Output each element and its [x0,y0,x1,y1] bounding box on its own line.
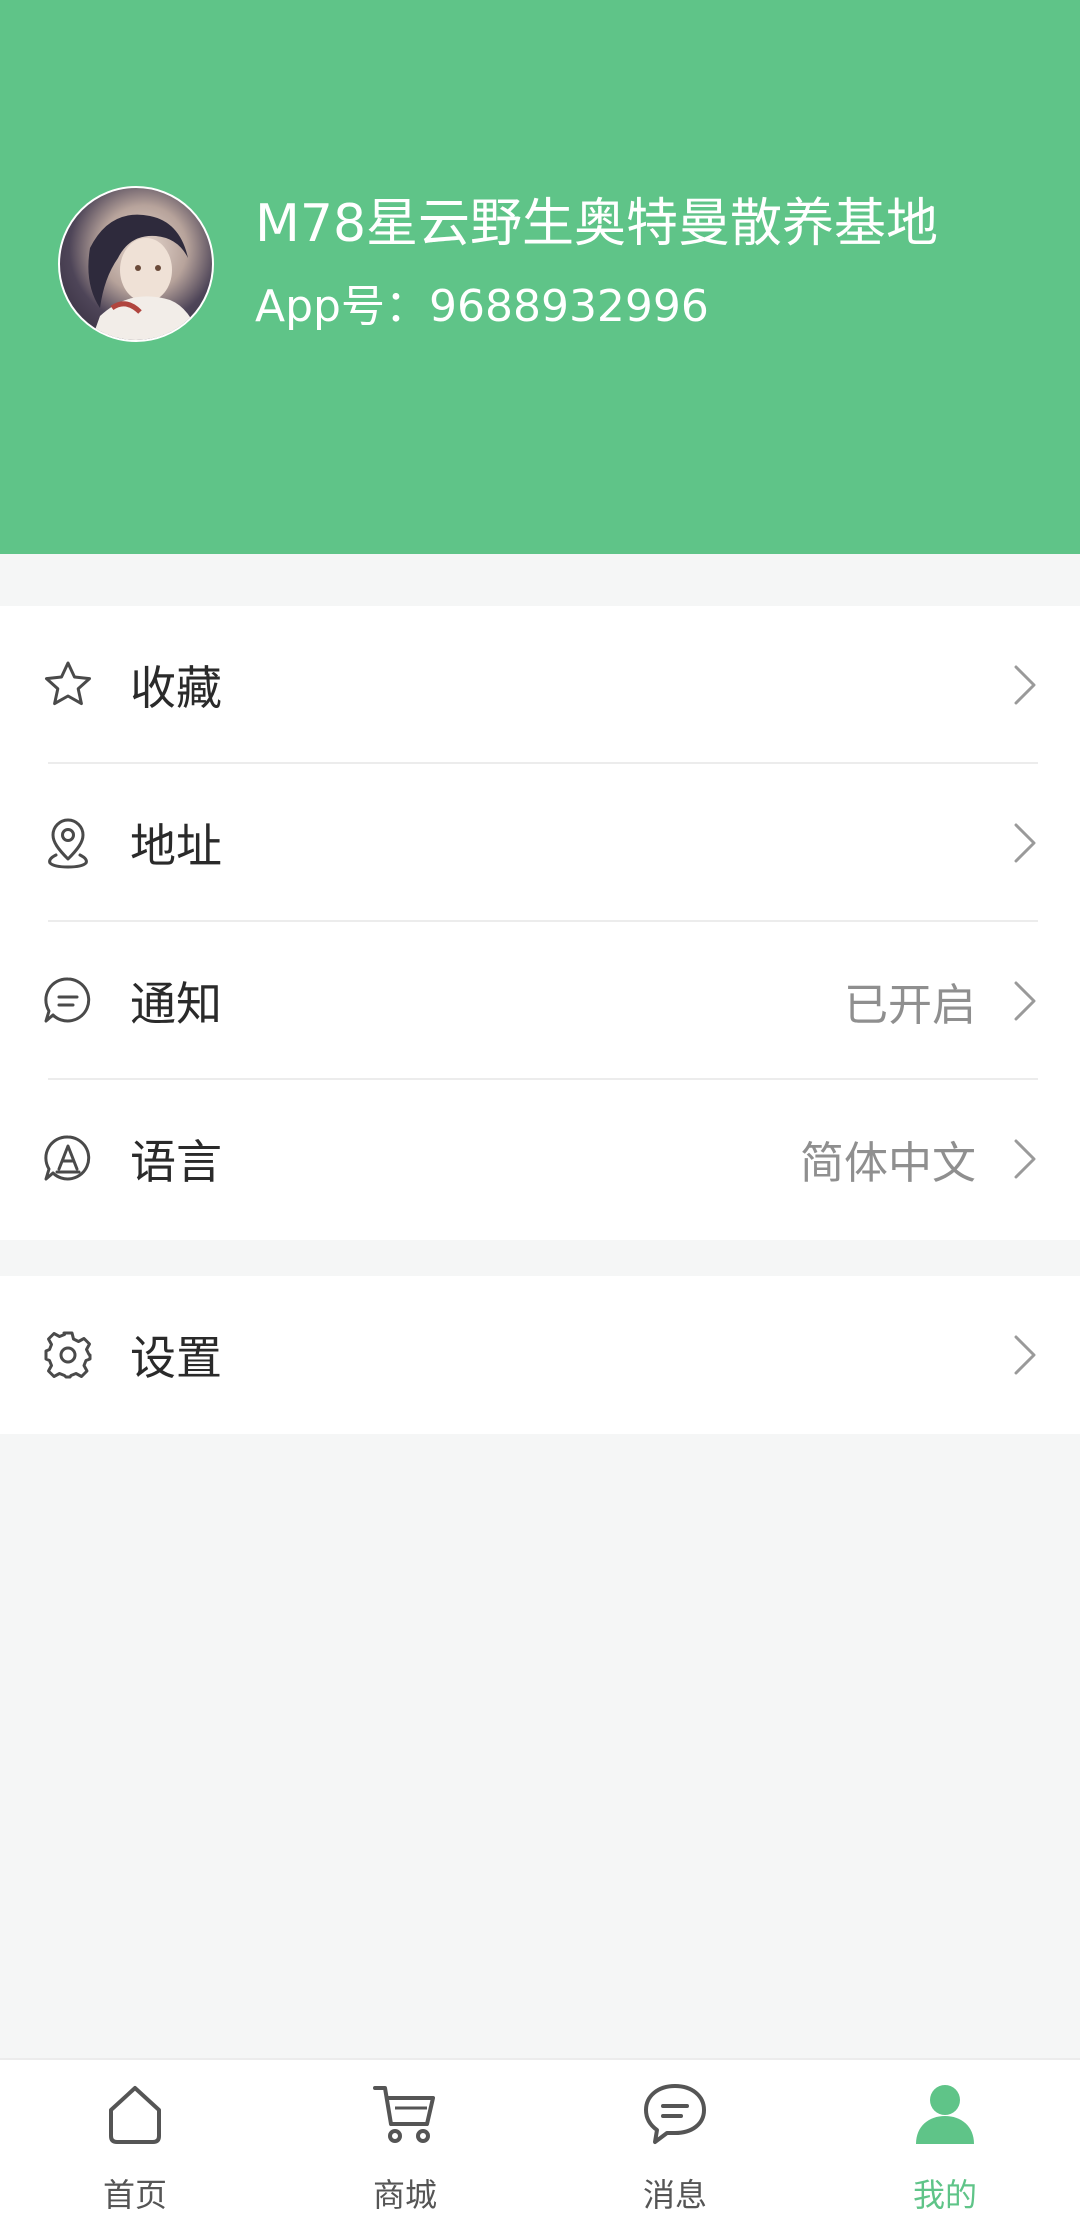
language-value: 简体中文 [800,1138,976,1189]
profile-name: M78星云野生奥特曼散养基地 [255,194,939,254]
menu-item-settings[interactable]: 设置 [0,1276,1080,1434]
tab-mine-label: 我的 [912,2176,977,2214]
menu-item-language[interactable]: 语言 简体中文 [0,1080,1080,1238]
bottom-tab-bar: 首页 商城 消息 我的 [0,2058,1080,2220]
chevron-right-icon [1014,981,1036,1021]
app-id-value: 9688932996 [428,281,709,332]
menu-item-notifications[interactable]: 通知 已开启 [0,922,1080,1080]
chevron-right-icon [1014,1335,1036,1375]
location-pin-icon [48,818,88,869]
tab-mall[interactable]: 商城 [270,2060,540,2220]
chevron-right-icon [1014,665,1036,705]
tab-home[interactable]: 首页 [0,2060,270,2220]
menu-item-address[interactable]: 地址 [0,764,1080,922]
menu-item-language-label: 语言 [130,1135,222,1189]
language-icon [44,1135,91,1181]
tab-messages[interactable]: 消息 [540,2060,810,2220]
avatar-illustration [88,214,200,340]
tab-messages-label: 消息 [642,2176,707,2214]
menu-item-favorites[interactable]: 收藏 [0,606,1080,764]
tab-mall-label: 商城 [372,2176,437,2214]
user-icon [916,2085,974,2144]
menu-item-notifications-label: 通知 [130,977,222,1031]
menu-item-settings-label: 设置 [130,1331,222,1385]
star-icon [45,661,91,706]
app-id-label: App号： [255,281,429,332]
notifications-status: 已开启 [844,980,976,1031]
chevron-right-icon [1014,1139,1036,1179]
menu-card-main: 收藏 地址 通知 已开启 语言 简体中文 [0,606,1080,1240]
home-icon [109,2086,161,2144]
cart-icon [373,2086,435,2143]
avatar[interactable] [58,186,214,342]
gear-icon [44,1331,92,1379]
message-icon [644,2084,706,2144]
menu-item-favorites-label: 收藏 [130,661,222,715]
chevron-right-icon [1014,823,1036,863]
tab-mine[interactable]: 我的 [810,2060,1080,2220]
tab-home-label: 首页 [102,2176,167,2214]
menu-item-address-label: 地址 [130,819,222,873]
chat-bubble-icon [44,977,91,1023]
app-id-row: App号：9688932996 [255,280,709,334]
profile-header: M78星云野生奥特曼散养基地 App号：9688932996 [0,0,1080,554]
menu-card-settings: 设置 [0,1276,1080,1434]
